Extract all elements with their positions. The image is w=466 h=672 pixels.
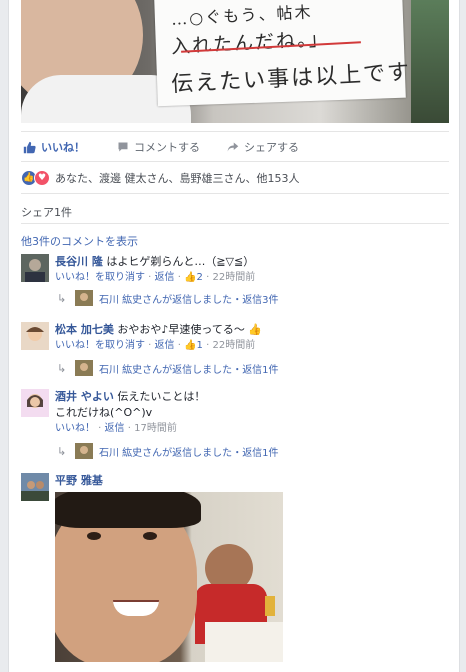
timestamp[interactable]: 22時間前 — [212, 340, 255, 351]
reply-summary[interactable]: ↳ 石川 紘史さんが返信しました・返信1件 — [57, 360, 279, 376]
comment-photo[interactable] — [55, 492, 283, 662]
share-label: シェアする — [244, 141, 299, 154]
comment-text: おやおや♪早速使ってる〜 — [117, 323, 245, 336]
comment-icon — [118, 142, 128, 152]
divider — [21, 131, 449, 132]
commenter-name[interactable]: 平野 雅基 — [55, 474, 103, 487]
reply-link[interactable]: 返信 — [155, 272, 175, 283]
comment-text: はよヒゲ剃らんと…（≧▽≦） — [106, 255, 255, 268]
avatar[interactable] — [21, 473, 49, 501]
heart-icon: ♥ — [34, 170, 50, 186]
avatar — [75, 360, 93, 376]
comment-text: 伝えたいことは！ — [117, 390, 206, 403]
post-actions: いいね！ コメントする シェアする — [21, 136, 449, 158]
avatar — [75, 290, 93, 306]
share-icon — [227, 142, 239, 152]
unlike-link[interactable]: いいね！を取り消す — [55, 272, 145, 283]
reply-count: 返信3件 — [242, 294, 279, 306]
timestamp[interactable]: 22時間前 — [212, 272, 255, 283]
reply-summary[interactable]: ↳ 石川 紘史さんが返信しました・返信3件 — [57, 290, 279, 306]
reply-link[interactable]: 返信 — [105, 423, 125, 434]
thumbs-up-icon: 👍 — [244, 323, 263, 336]
reply-arrow-icon: ↳ — [57, 361, 67, 375]
like-label: いいね！ — [41, 141, 85, 154]
reply-author: 石川 紘史さんが返信しました — [99, 294, 233, 306]
divider — [21, 161, 449, 162]
commenter-name[interactable]: 長谷川 隆 — [55, 255, 103, 268]
like-link[interactable]: いいね！ — [55, 423, 95, 434]
like-count[interactable]: 👍2 — [184, 272, 203, 283]
reply-summary[interactable]: ↳ 石川 紘史さんが返信しました・返信1件 — [57, 443, 279, 459]
avatar[interactable] — [21, 389, 49, 417]
like-count[interactable]: 👍1 — [184, 340, 203, 351]
reply-author: 石川 紘史さんが返信しました — [99, 447, 233, 459]
comment-label: コメントする — [134, 141, 200, 154]
reply-arrow-icon: ↳ — [57, 291, 67, 305]
reply-count: 返信1件 — [242, 447, 279, 459]
reply-link[interactable]: 返信 — [155, 340, 175, 351]
avatar — [75, 443, 93, 459]
commenter-name[interactable]: 酒井 やよい — [55, 390, 114, 403]
reactions-text: あなた、渡邊 健太さん、島野雄三さん、他153人 — [55, 172, 300, 185]
shares-count[interactable]: シェア1件 — [21, 204, 72, 220]
post-photo[interactable]: …○ぐもう、帖木 入れたんだね。」 伝えたい事は以上です! — [21, 0, 449, 123]
commenter-name[interactable]: 松本 加七美 — [55, 323, 114, 336]
comment-text: これだけね(^O^)v — [55, 406, 153, 419]
share-button[interactable]: シェアする — [227, 139, 299, 155]
reply-author: 石川 紘史さんが返信しました — [99, 364, 233, 376]
reply-arrow-icon: ↳ — [57, 444, 67, 458]
like-button[interactable]: いいね！ — [23, 139, 85, 155]
divider — [21, 223, 449, 224]
unlike-link[interactable]: いいね！を取り消す — [55, 340, 145, 351]
view-more-comments-link[interactable]: 他3件のコメントを表示 — [21, 233, 138, 249]
divider — [21, 193, 449, 194]
reply-count: 返信1件 — [242, 364, 279, 376]
avatar[interactable] — [21, 322, 49, 350]
thumbs-up-icon — [23, 141, 36, 153]
avatar[interactable] — [21, 254, 49, 282]
timestamp[interactable]: 17時間前 — [134, 423, 177, 434]
post-card: …○ぐもう、帖木 入れたんだね。」 伝えたい事は以上です! いいね！ コメントす… — [8, 0, 460, 672]
reactions-summary[interactable]: 👍 ♥ あなた、渡邊 健太さん、島野雄三さん、他153人 — [21, 170, 300, 186]
